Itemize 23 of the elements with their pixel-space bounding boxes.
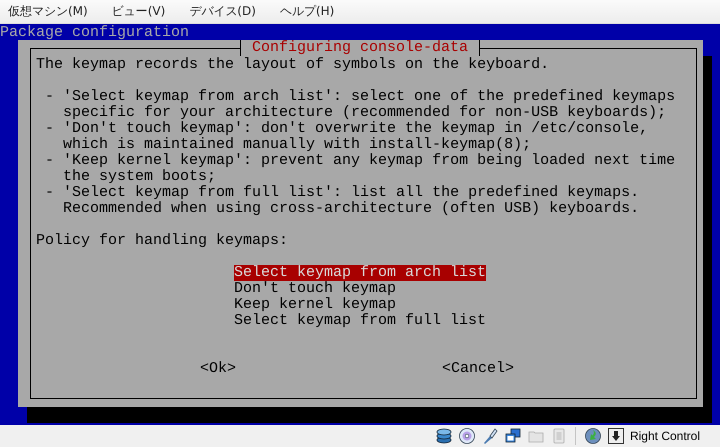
menu-option[interactable]: Don't touch keymap (234, 281, 486, 297)
menu-item[interactable]: ビュー(V) (106, 3, 170, 20)
note-text: - 'Select keymap from full list': list all the predefined keymaps. Recommended when using cross-architecture (often USB) keyboards. (45, 185, 640, 217)
dialog-button[interactable]: <Cancel> (442, 361, 514, 377)
menu-item[interactable]: ヘルプ(H) (274, 3, 340, 20)
console-title: Package configuration (0, 25, 190, 41)
cd-icon[interactable] (458, 427, 476, 445)
menu-item[interactable]: 仮想マシン(M) (3, 3, 93, 20)
disk-icon[interactable] (434, 427, 453, 445)
note-text: - 'Select keymap from arch list': select one of the predefined keymaps specific for your architecture (recommended for non-USB keyboards); (45, 89, 676, 121)
prompt-text: Policy for handling keymaps: (36, 233, 290, 249)
dialog-title: Configuring console-data (240, 40, 480, 56)
note-text: - 'Keep kernel keymap': prevent any keymap from being loaded next time the system boots; (45, 153, 676, 185)
dialog-button[interactable]: <Ok> (200, 361, 236, 377)
dialog-text: The keymap records the layout of symbols on the keyboard. (36, 57, 550, 73)
host-key-label: Right Control (630, 429, 700, 443)
menu-item[interactable]: デバイス(D) (184, 3, 261, 20)
down-arrow-key-icon[interactable] (606, 427, 625, 445)
network-icon[interactable] (504, 427, 522, 445)
note-text: - 'Don't touch keymap': don't overwrite the keymap in /etc/console, which is maintained manually with install-keymap(8); (45, 121, 648, 153)
menu-option[interactable]: Select keymap from full list (234, 313, 486, 329)
menu-option[interactable]: Select keymap from arch list (234, 265, 486, 281)
menu-option[interactable]: Keep kernel keymap (234, 297, 486, 313)
